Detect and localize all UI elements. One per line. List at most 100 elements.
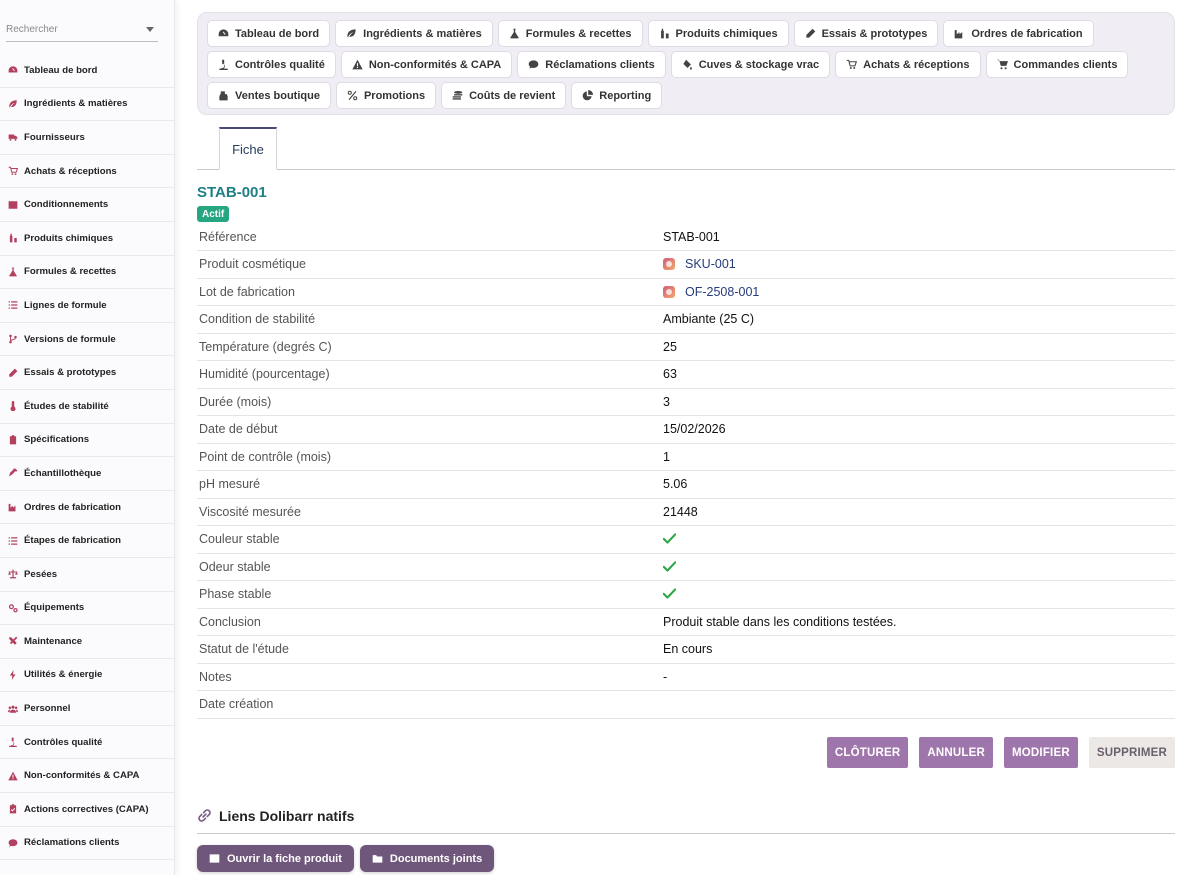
top-menu-row: Ventes boutique Promotions Coûts de revi… [207,82,1166,109]
field-label: Humidité (pourcentage) [199,367,330,382]
sidebar-item-etudes-stabilite[interactable]: Études de stabilité [0,390,174,424]
microscope-icon [218,59,230,71]
box-icon [209,853,221,865]
sidebar-item-reclamations[interactable]: Réclamations clients [0,827,174,861]
chip-label: Coûts de revient [469,89,556,102]
top-menu-ventes-boutique[interactable]: Ventes boutique [207,82,331,109]
documents-button[interactable]: Documents joints [359,845,495,872]
sidebar-item-conditionnements[interactable]: Conditionnements [0,188,174,222]
sidebar-item-personnel[interactable]: Personnel [0,692,174,726]
batch-link[interactable]: OF-2508-001 [685,285,759,299]
sidebar-item-echantillotheque[interactable]: Échantillothèque [0,457,174,491]
sidebar-item-fournisseurs[interactable]: Fournisseurs [0,121,174,155]
field-row-lot: Lot de fabrication OF-2508-001 [197,278,1175,306]
sidebar-item-actions-correctives[interactable]: Actions correctives (CAPA) [0,793,174,827]
field-row-couleur: Couleur stable [197,526,1175,553]
top-menu-reporting[interactable]: Reporting [571,82,663,109]
field-label: Conclusion [199,614,261,629]
sidebar-item-ordres-fabrication[interactable]: Ordres de fabrication [0,491,174,525]
top-menu-row: Tableau de bord Ingrédients & matières F… [207,20,1166,47]
sidebar-item-label: Utilités & énergie [24,669,103,681]
branch-icon [7,333,19,345]
sidebar-item-essais[interactable]: Essais & prototypes [0,356,174,390]
record-title: STAB-001 [197,184,267,201]
sidebar-item-utilites[interactable]: Utilités & énergie [0,659,174,693]
sidebar-item-produits-chimiques[interactable]: Produits chimiques [0,222,174,256]
sidebar-item-label: Échantillothèque [24,467,102,479]
field-value: En cours [663,642,713,657]
field-label: Odeur stable [199,559,271,574]
sidebar-item-versions-formule[interactable]: Versions de formule [0,323,174,357]
cancel-button[interactable]: ANNULER [919,737,993,768]
check-icon [663,560,676,574]
open-product-button[interactable]: Ouvrir la fiche produit [197,845,354,872]
folder-icon [372,853,384,865]
field-label: Condition de stabilité [199,312,316,327]
sidebar-item-label: Lignes de formule [24,299,107,311]
top-menu-controles-qualite[interactable]: Contrôles qualité [207,51,336,78]
top-menu-cuves[interactable]: Cuves & stockage vrac [670,51,831,78]
top-menu-promotions[interactable]: Promotions [335,82,437,109]
field-row-temperature: Température (degrés C) 25 [197,333,1175,361]
check-icon [663,587,676,601]
top-menu-reclamations[interactable]: Réclamations clients [517,51,666,78]
sidebar-item-controles-qualite[interactable]: Contrôles qualité [0,726,174,760]
top-menu-non-conformites[interactable]: Non-conformités & CAPA [340,51,513,78]
chevron-down-icon[interactable] [146,27,154,32]
field-value: SKU-001 [663,251,1175,279]
search-input[interactable] [6,18,136,35]
field-label: Couleur stable [199,532,280,547]
clipboard-icon [7,434,19,446]
clipboard-check-icon [7,803,19,815]
field-value: OF-2508-001 [663,278,1175,306]
tab-fiche[interactable]: Fiche [219,127,277,170]
chip-label: Cuves & stockage vrac [698,58,820,71]
top-menu-couts-de-revient[interactable]: Coûts de revient [441,82,567,109]
top-menu-produits-chimiques[interactable]: Produits chimiques [647,20,789,47]
top-menu-row: Contrôles qualité Non-conformités & CAPA… [207,51,1166,78]
field-label: Durée (mois) [199,394,272,409]
top-menu-essais[interactable]: Essais & prototypes [793,20,939,47]
delete-button[interactable]: SUPPRIMER [1088,737,1175,768]
field-row-odeur: Odeur stable [197,553,1175,581]
sidebar-item-etapes-fabrication[interactable]: Étapes de fabrication [0,524,174,558]
sidebar-item-achats[interactable]: Achats & réceptions [0,155,174,189]
sidebar-item-equipements[interactable]: Équipements [0,592,174,626]
sidebar-item-ingredients[interactable]: Ingrédients & matières [0,88,174,122]
top-menu: Tableau de bord Ingrédients & matières F… [197,12,1175,115]
sidebar-search[interactable] [6,18,158,42]
thermometer-icon [7,400,19,412]
sidebar-item-non-conformites[interactable]: Non-conformités & CAPA [0,759,174,794]
sidebar-item-formules[interactable]: Formules & recettes [0,256,174,290]
field-row-reference: Référence STAB-001 [197,223,1175,251]
field-label: Statut de l'étude [199,642,289,657]
percent-icon [347,90,359,102]
field-label: Température (degrés C) [199,339,332,354]
field-value: 21448 [663,504,698,519]
sidebar-item-tableau-de-bord[interactable]: Tableau de bord [0,54,174,88]
top-menu-achats[interactable]: Achats & réceptions [835,51,981,78]
field-label: Phase stable [199,587,272,602]
top-menu-formules[interactable]: Formules & recettes [497,20,643,47]
sidebar-item-pesees[interactable]: Pesées [0,558,174,592]
field-value: Ambiante (25 C) [663,312,755,327]
field-value: - [663,669,668,684]
top-menu-tableau-de-bord[interactable]: Tableau de bord [207,20,331,47]
sidebar-item-maintenance[interactable]: Maintenance [0,625,174,659]
sidebar-item-lignes-formule[interactable]: Lignes de formule [0,289,174,323]
sidebar-item-specifications[interactable]: Spécifications [0,424,174,458]
top-menu-ingredients[interactable]: Ingrédients & matières [335,20,493,47]
field-row-notes: Notes - [197,663,1175,691]
top-menu-ordres-fabrication[interactable]: Ordres de fabrication [943,20,1094,47]
native-links-buttons: Ouvrir la fiche produit Documents joints [197,845,495,872]
section-title-text: Liens Dolibarr natifs [219,808,355,824]
chip-label: Ventes boutique [235,89,320,102]
product-link[interactable]: SKU-001 [685,257,736,271]
edit-button[interactable]: MODIFIER [1004,737,1078,768]
check-icon [663,532,676,546]
top-menu-commandes-clients[interactable]: Commandes clients [985,51,1129,78]
flask-icon [509,28,521,40]
sidebar-item-label: Versions de formule [24,333,116,345]
comment-icon [528,59,540,71]
close-study-button[interactable]: CLÔTURER [826,737,909,768]
